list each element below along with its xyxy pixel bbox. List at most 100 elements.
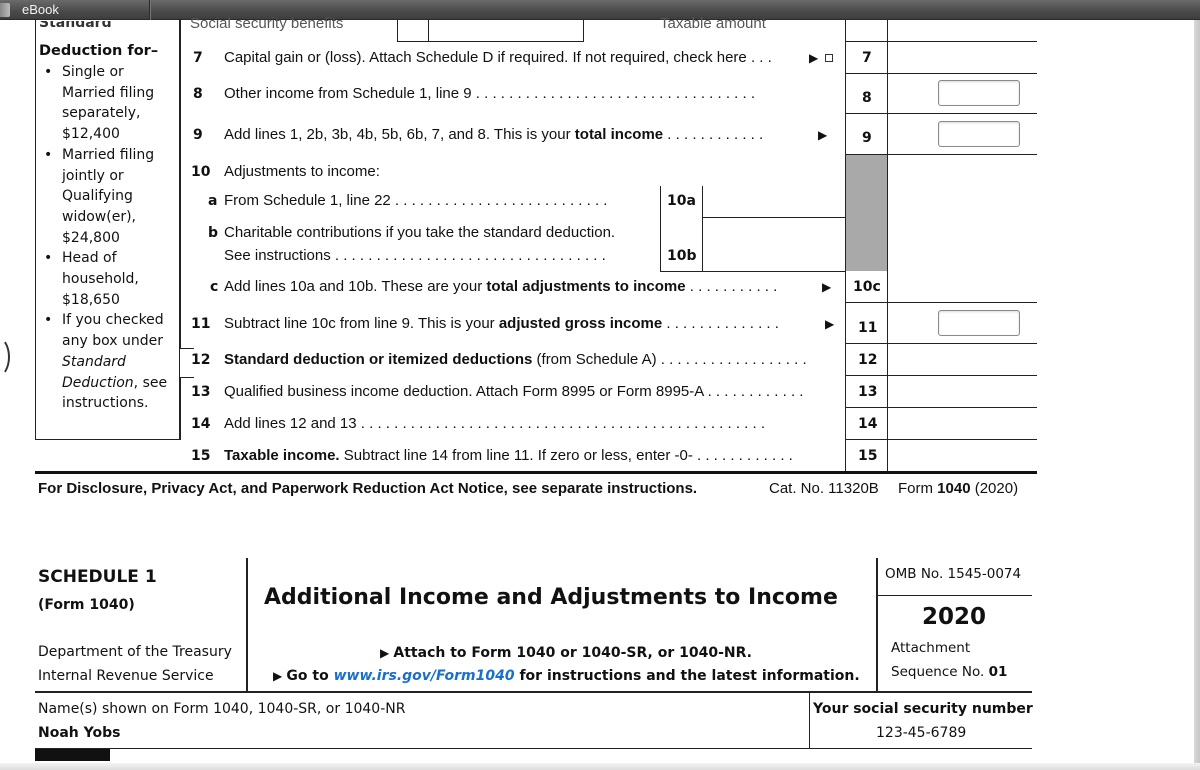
rule [845,302,1037,303]
line-6a-field[interactable] [397,20,584,42]
line-13-number: 13 [191,384,211,400]
line-6b-label: Taxable amount [660,15,766,32]
attachment-label: Attachment [891,640,971,656]
line-14-text: Add lines 12 and 13 . . . . . . . . . . … [224,415,766,432]
line-7-checkbox[interactable] [825,54,833,62]
text: Form [898,480,938,497]
rule [876,558,878,692]
tax-year: 2020 [922,604,987,630]
line-9-input[interactable] [938,121,1020,147]
line-11-box: 11 [858,320,878,336]
rule [845,154,1037,155]
text: . . . . . . . . . . . . [663,126,764,143]
book-icon [0,3,10,17]
text: (from Schedule A) . . . . . . . . . . . … [532,351,807,368]
bullet-text: $18,650 [62,291,120,308]
app-toolbar: eBook [0,0,1200,20]
line-7-number: 7 [193,50,203,66]
bullet-head-of-household: • Head of household, $18,650 [44,248,167,310]
line-10b-box: 10b [667,248,697,264]
line-10c-text: Add lines 10a and 10b. These are your to… [224,279,777,294]
line-6a-label: Social security benefits [190,15,344,32]
line-8-input[interactable] [938,80,1020,106]
rule [845,375,1037,376]
department-line-2: Internal Revenue Service [38,668,214,684]
line-10b-text-2: See instructions . . . . . . . . . . . .… [224,247,606,264]
bullet-text: Qualifying [62,188,133,205]
bullet-text: Head of [62,250,117,267]
line-10a-text: From Schedule 1, line 22 . . . . . . . .… [224,192,608,209]
line-11-number: 11 [191,316,211,332]
line-10-number: 10 [191,164,211,180]
text-bold: 1040 [937,480,971,497]
rule [845,113,1037,114]
section-divider [35,471,1037,474]
line-14-number: 14 [191,416,211,432]
bullet-married-jointly: • Married filing jointly or Qualifying w… [44,145,167,249]
ssn-label: Your social security number [813,701,1033,717]
toolbar-divider [149,0,151,20]
line-8-text: Other income from Schedule 1, line 9 . .… [224,85,756,102]
bullet-text: $12,400 [62,126,120,143]
ssn-value: 123-45-6789 [876,725,967,741]
bullet-text: If you checked [62,312,164,329]
line-10a-field[interactable] [704,187,844,216]
line-10-text: Adjustments to income: [224,163,380,180]
bullet-text: instructions. [62,395,149,412]
standard-deduction-bullets: • Single or Married filing separately, $… [44,62,167,414]
irs-link[interactable]: www.irs.gov/Form1040 [334,668,515,684]
arrow-icon: ▶ [273,669,287,683]
part-label-tab [35,749,110,761]
omb-number: OMB No. 1545-0074 [885,566,1022,582]
line-11-input[interactable] [938,310,1020,336]
line-10b-field[interactable] [704,219,844,270]
line-9-box: 9 [862,130,872,146]
text: for instructions and the latest informat… [514,668,860,684]
bullet-text: any box under [62,333,163,350]
line-7-text: Capital gain or (loss). Attach Schedule … [224,49,772,66]
department-line-1: Department of the Treasury [38,644,232,660]
rule [887,20,888,472]
line-10b-letter: b [208,225,219,241]
bullet-checked-box: • If you checked any box under Standard … [44,310,167,414]
arrow-icon: ▶ [825,317,835,331]
text-bold: Taxable income. [224,447,340,464]
line-10a-letter: a [208,193,218,209]
line-13-text: Qualified business income deduction. Att… [224,383,804,400]
line-10c-box: 10c [853,279,881,295]
bullet-text: Married filing [62,146,155,163]
rule [702,217,846,218]
rule [845,41,1037,42]
rule [180,348,194,349]
line-13-box: 13 [858,384,878,400]
privacy-notice: For Disclosure, Privacy Act, and Paperwo… [38,480,698,497]
text: Subtract line 10c from line 9. This is y… [224,315,499,332]
catalog-number: Cat. No. 11320B [769,480,879,497]
scrollbar[interactable] [1194,20,1200,765]
text: . . . . . . . . . . . [685,278,778,295]
rule [660,186,661,271]
text: Sequence No. [891,664,989,680]
line-10b-text: Charitable contributions if you take the… [224,224,616,241]
text-bold: total income [574,126,664,143]
bullet-single: • Single or Married filing separately, $… [44,62,167,145]
rule [845,343,1037,344]
text: Go to [286,668,334,684]
bullet-text: widow(er), [62,208,136,225]
rule [180,377,181,440]
sequence-number: Sequence No. 01 [891,664,1007,680]
bullet-text: Married filing [62,84,155,101]
arrow-icon: ▶ [809,51,819,65]
rule [876,595,1032,596]
line-10a-box: 10a [667,193,696,209]
rule [180,20,181,348]
line-8-box: 8 [862,90,872,106]
header-divider [35,691,1032,693]
standard-deduction-heading: Deduction for– [39,43,159,59]
line-12-box: 12 [858,352,878,368]
bullet-text: household, [62,271,139,288]
rule [809,692,810,749]
line-14-box: 14 [858,416,878,432]
line-10c-letter: c [210,279,219,295]
rule [845,439,1037,440]
